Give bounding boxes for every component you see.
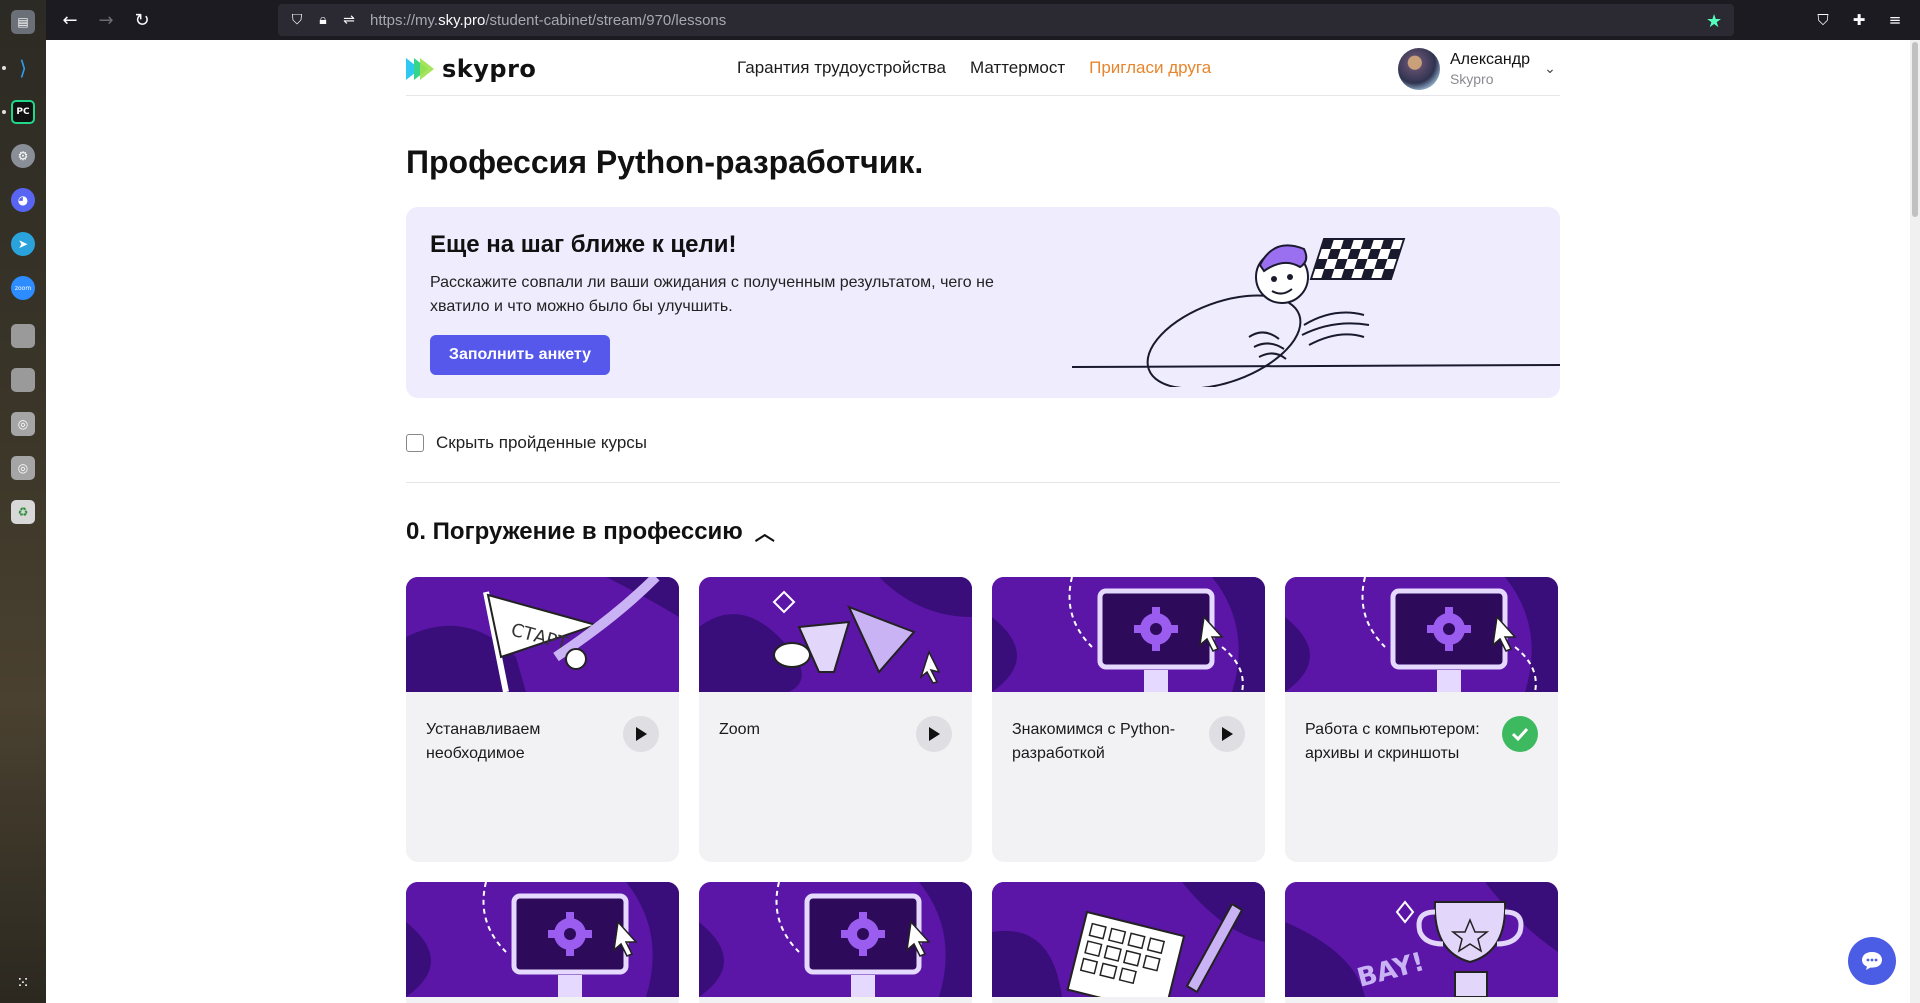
url-text[interactable]: https://my.sky.pro/student-cabinet/strea… xyxy=(370,12,726,29)
shield-icon[interactable]: ⛉ xyxy=(288,11,306,29)
fill-survey-button[interactable]: Заполнить анкету xyxy=(430,335,610,375)
bookmark-star-icon[interactable]: ★ xyxy=(1706,11,1722,32)
main-nav: Гарантия трудоустройства Маттермост Приг… xyxy=(737,58,1211,78)
lesson-card[interactable] xyxy=(699,882,972,1003)
lock-icon[interactable]: 🔒︎ xyxy=(314,11,332,29)
zoom-illustration xyxy=(699,577,972,692)
avatar[interactable] xyxy=(1397,48,1440,90)
card-image xyxy=(699,882,972,997)
reload-icon[interactable]: ↻ xyxy=(130,8,154,32)
skypro-logo[interactable]: skypro xyxy=(406,55,536,83)
lesson-card[interactable]: Работа с компьютером: архивы и скриншоты xyxy=(1285,577,1558,862)
card-title: Знакомимся с Python-разработкой xyxy=(1012,721,1176,762)
chevron-up-icon[interactable]: ︿ xyxy=(755,517,775,546)
os-dock: ▤ ⟩ PC ⚙ ◕ ➤ zoom ◎ ◎ ♻ ⁙ xyxy=(0,0,46,1003)
back-icon[interactable]: ← xyxy=(58,8,82,32)
lesson-card[interactable]: Zoom xyxy=(699,577,972,862)
zoom-icon[interactable]: zoom xyxy=(11,276,35,300)
lesson-card[interactable] xyxy=(406,882,679,1003)
url-prefix: https://my. xyxy=(370,12,439,29)
chevron-down-icon[interactable]: ⌄ xyxy=(1540,61,1560,77)
card-image xyxy=(699,577,972,692)
url-path: /student-cabinet/stream/970/lessons xyxy=(485,12,727,29)
card-image xyxy=(1285,577,1558,692)
drive-icon[interactable]: ◎ xyxy=(11,456,35,480)
page-content: skypro Гарантия трудоустройства Маттермо… xyxy=(406,40,1560,1003)
lesson-card[interactable]: BAY! xyxy=(1285,882,1558,1003)
calendar-illustration xyxy=(992,882,1265,997)
drive-icon[interactable]: ◎ xyxy=(11,412,35,436)
card-image xyxy=(992,882,1265,997)
card-image xyxy=(406,882,679,997)
nav-invite-friend[interactable]: Пригласи друга xyxy=(1089,58,1211,78)
play-icon[interactable] xyxy=(623,716,659,752)
trash-icon[interactable]: ♻ xyxy=(11,500,35,524)
discord-icon[interactable]: ◕ xyxy=(11,188,35,212)
nav-mattermost[interactable]: Маттермост xyxy=(970,58,1065,78)
user-name: Александр xyxy=(1449,51,1530,68)
card-title: Устанавливаем необходимое xyxy=(426,721,541,762)
monitor-gear-illustration xyxy=(699,882,972,997)
feedback-banner: Еще на шаг ближе к цели! Расскажите совп… xyxy=(406,207,1560,398)
user-org: Skypro xyxy=(1449,71,1494,87)
monitor-gear-illustration xyxy=(1285,577,1558,692)
section-header[interactable]: 0. Погружение в профессию ︿ xyxy=(406,517,775,546)
page-title: Профессия Python-разработчик. xyxy=(406,144,924,180)
url-domain: sky.pro xyxy=(438,12,486,29)
app-grid-icon[interactable]: ⁙ xyxy=(11,970,35,994)
disk-icon[interactable] xyxy=(11,324,35,348)
logo-mark-icon xyxy=(406,58,434,80)
site-header: skypro Гарантия трудоустройства Маттермо… xyxy=(406,40,1560,96)
running-indicator xyxy=(2,110,6,114)
chat-button[interactable] xyxy=(1848,937,1896,985)
section-title: 0. Погружение в профессию xyxy=(406,517,743,545)
telegram-icon[interactable]: ➤ xyxy=(11,232,35,256)
play-icon[interactable] xyxy=(1209,716,1245,752)
lesson-card[interactable]: СТАРТ Устанавливаем необходимое xyxy=(406,577,679,862)
permissions-icon[interactable]: ⇌ xyxy=(340,11,358,29)
vscode-icon[interactable]: ⟩ xyxy=(11,56,35,80)
files-icon[interactable]: ▤ xyxy=(11,10,35,34)
chat-bubble-icon xyxy=(1862,952,1882,970)
forward-icon[interactable]: → xyxy=(94,8,118,32)
settings-icon[interactable]: ⚙ xyxy=(11,144,35,168)
user-menu[interactable]: Александр Skypro ⌄ xyxy=(1397,48,1560,90)
user-info: Александр Skypro xyxy=(1450,50,1530,88)
extensions-icon[interactable]: ✚ xyxy=(1848,9,1870,31)
monitor-gear-illustration xyxy=(406,882,679,997)
scrollbar-thumb[interactable] xyxy=(1912,42,1918,217)
finish-line-illustration xyxy=(1071,238,1560,387)
pocket-icon[interactable]: ⛉ xyxy=(1812,9,1834,31)
banner-title: Еще на шаг ближе к цели! xyxy=(430,231,737,258)
play-icon[interactable] xyxy=(916,716,952,752)
card-title: Работа с компьютером: архивы и скриншоты xyxy=(1305,721,1480,762)
checkmark-icon[interactable] xyxy=(1502,716,1538,752)
banner-text: Расскажите совпали ли ваши ожидания с по… xyxy=(430,274,994,315)
hide-completed-label: Скрыть пройденные курсы xyxy=(436,433,648,452)
pycharm-icon[interactable]: PC xyxy=(11,100,35,124)
lesson-card[interactable]: Знакомимся с Python-разработкой xyxy=(992,577,1265,862)
logo-text: skypro xyxy=(442,55,537,83)
card-title: Zoom xyxy=(719,721,760,738)
lesson-card[interactable] xyxy=(992,882,1265,1003)
hide-completed-filter[interactable]: Скрыть пройденные курсы xyxy=(406,433,647,453)
start-flag-illustration: СТАРТ xyxy=(406,577,679,692)
card-image: СТАРТ xyxy=(406,577,679,692)
card-image xyxy=(992,577,1265,692)
browser-toolbar: ← → ↻ ⛉ 🔒︎ ⇌ https://my.sky.pro/student-… xyxy=(46,0,1920,40)
lesson-grid: СТАРТ Устанавливаем необходимое Zoom Зна… xyxy=(406,577,1560,1003)
trophy-illustration: BAY! xyxy=(1285,882,1558,997)
hide-completed-checkbox[interactable] xyxy=(406,434,424,452)
disk-icon[interactable] xyxy=(11,368,35,392)
monitor-gear-illustration xyxy=(992,577,1265,692)
nav-employment-guarantee[interactable]: Гарантия трудоустройства xyxy=(737,58,946,78)
divider xyxy=(406,482,1560,483)
address-bar[interactable]: ⛉ 🔒︎ ⇌ https://my.sky.pro/student-cabine… xyxy=(278,4,1734,36)
card-image: BAY! xyxy=(1285,882,1558,997)
menu-icon[interactable]: ≡ xyxy=(1884,9,1906,31)
running-indicator xyxy=(2,66,6,70)
